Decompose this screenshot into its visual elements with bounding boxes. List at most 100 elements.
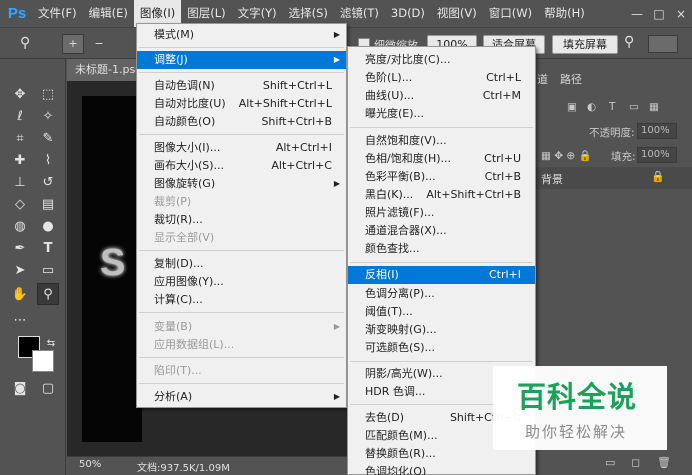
marquee-tool-icon[interactable]: ⬚ — [37, 83, 59, 105]
eyedropper-tool-icon[interactable]: ✎ — [37, 127, 59, 149]
filter-shape-icon[interactable]: ▭ — [629, 101, 639, 113]
zoom-tool-icon[interactable]: ⚲ — [20, 35, 30, 51]
close-button[interactable]: × — [670, 7, 692, 21]
menu-item-duplicate[interactable]: 复制(D)... — [137, 255, 346, 273]
panel-tab-channels[interactable]: 道 — [537, 71, 548, 87]
menu-item-equalize[interactable]: 色调均化(Q) — [348, 463, 535, 475]
filter-pixel-icon[interactable]: ▣ — [567, 101, 577, 113]
menu-item-image-size[interactable]: 图像大小(I)... Alt+Ctrl+I — [137, 139, 346, 157]
watermark-subtitle: 助你轻松解决 — [525, 423, 628, 441]
magic-wand-tool-icon[interactable]: ✧ — [37, 105, 59, 127]
menu-item-analysis[interactable]: 分析(A) ▶ — [137, 388, 346, 406]
fill-row: ▦ ✥ ⊕ 🔒 填充: 100% — [535, 147, 692, 165]
menu-item-selective-color[interactable]: 可选颜色(S)... — [348, 339, 535, 357]
menu-item-exposure[interactable]: 曝光度(E)... — [348, 105, 535, 123]
panel-tab-paths[interactable]: 路径 — [560, 71, 582, 87]
menu-view[interactable]: 视图(V) — [431, 0, 483, 27]
menu-item-trim[interactable]: 裁切(R)... — [137, 211, 346, 229]
screen-mode-icon[interactable]: ▢ — [37, 377, 59, 399]
menu-item-gradient-map[interactable]: 渐变映射(G)... — [348, 321, 535, 339]
search-icon[interactable]: ⚲ — [624, 34, 634, 50]
fill-field[interactable]: 100% — [637, 147, 677, 163]
opacity-row: 不透明度: 100% — [535, 123, 692, 141]
menu-item-canvas-size[interactable]: 画布大小(S)... Alt+Ctrl+C — [137, 157, 346, 175]
menu-item-apply-data-set[interactable]: 应用数据组(L)... — [137, 336, 346, 354]
menu-3d[interactable]: 3D(D) — [385, 0, 431, 27]
menu-item-curves[interactable]: 曲线(U)... Ctrl+M — [348, 87, 535, 105]
lasso-tool-icon[interactable]: ℓ — [9, 105, 31, 127]
new-layer-icon[interactable]: ◻ — [631, 456, 640, 469]
menu-item-invert[interactable]: 反相(I) Ctrl+I — [348, 266, 535, 284]
menu-item-threshold[interactable]: 阈值(T)... — [348, 303, 535, 321]
menu-help[interactable]: 帮助(H) — [538, 0, 591, 27]
zoom-readout[interactable]: 50% — [79, 459, 101, 470]
path-selection-tool-icon[interactable]: ➤ — [9, 259, 31, 281]
dodge-tool-icon[interactable]: ● — [37, 215, 59, 237]
filter-type-icon[interactable]: T — [609, 101, 615, 113]
menu-item-brightness-contrast[interactable]: 亮度/对比度(C)... — [348, 51, 535, 69]
menu-item-photo-filter[interactable]: 照片滤镜(F)... — [348, 204, 535, 222]
zoom-out-icon[interactable]: − — [88, 34, 110, 54]
new-group-icon[interactable]: ▭ — [605, 456, 615, 469]
menu-item-trap[interactable]: 陷印(T)... — [137, 362, 346, 380]
menu-item-channel-mixer[interactable]: 通道混合器(X)... — [348, 222, 535, 240]
hand-tool-icon[interactable]: ✋ — [9, 283, 31, 305]
fill-screen-button[interactable]: 填充屏幕 — [552, 35, 618, 54]
zoom-in-icon[interactable]: + — [62, 34, 84, 54]
pen-tool-icon[interactable]: ✒ — [9, 237, 31, 259]
healing-brush-tool-icon[interactable]: ✚ — [9, 149, 31, 171]
menu-item-auto-tone[interactable]: 自动色调(N) Shift+Ctrl+L — [137, 77, 346, 95]
watermark: 百科全说 助你轻松解决 — [493, 366, 667, 450]
filter-adjustment-icon[interactable]: ◐ — [587, 101, 596, 113]
menu-item-color-lookup[interactable]: 颜色查找... — [348, 240, 535, 258]
menu-item-vibrance[interactable]: 自然饱和度(V)... — [348, 132, 535, 150]
minimize-button[interactable]: — — [626, 7, 648, 21]
type-tool-icon[interactable]: T — [37, 237, 59, 259]
menu-item-auto-color[interactable]: 自动颜色(O) Shift+Ctrl+B — [137, 113, 346, 131]
blur-tool-icon[interactable]: ◍ — [9, 215, 31, 237]
trash-icon[interactable]: 🗑 — [657, 456, 671, 469]
gradient-tool-icon[interactable]: ▤ — [37, 193, 59, 215]
background-color-swatch[interactable] — [32, 350, 54, 372]
more-tools-icon[interactable]: ⋯ — [9, 309, 31, 331]
clone-stamp-tool-icon[interactable]: ⊥ — [9, 171, 31, 193]
menu-item-variables[interactable]: 变量(B) ▶ — [137, 318, 346, 336]
menu-file[interactable]: 文件(F) — [32, 0, 83, 27]
zoom-tool-icon[interactable]: ⚲ — [37, 283, 59, 305]
menu-item-auto-contrast[interactable]: 自动对比度(U) Alt+Shift+Ctrl+L — [137, 95, 346, 113]
menu-item-levels[interactable]: 色阶(L)... Ctrl+L — [348, 69, 535, 87]
history-brush-tool-icon[interactable]: ↺ — [37, 171, 59, 193]
menu-item-color-balance[interactable]: 色彩平衡(B)... Ctrl+B — [348, 168, 535, 186]
menu-item-image-rotation[interactable]: 图像旋转(G) ▶ — [137, 175, 346, 193]
document-tab[interactable]: 未标题-1.psd — [67, 59, 147, 81]
menu-window[interactable]: 窗口(W) — [483, 0, 538, 27]
filter-smart-icon[interactable]: ▦ — [649, 101, 659, 113]
watermark-logo: 百科全说 — [517, 380, 638, 414]
menu-item-adjustments[interactable]: 调整(J) ▶ — [137, 51, 346, 69]
workspace-switcher-icon[interactable] — [648, 35, 678, 53]
lock-icons[interactable]: ▦ ✥ ⊕ 🔒 — [541, 149, 592, 162]
menu-item-black-white[interactable]: 黑白(K)... Alt+Shift+Ctrl+B — [348, 186, 535, 204]
rectangle-tool-icon[interactable]: ▭ — [37, 259, 59, 281]
maximize-button[interactable]: □ — [648, 7, 670, 21]
menu-item-posterize[interactable]: 色调分离(P)... — [348, 285, 535, 303]
crop-tool-icon[interactable]: ⌗ — [9, 127, 31, 149]
brush-tool-icon[interactable]: ⌇ — [37, 149, 59, 171]
menu-item-apply-image[interactable]: 应用图像(Y)... — [137, 273, 346, 291]
menu-item-calculations[interactable]: 计算(C)... — [137, 291, 346, 309]
canvas-text-layer: S — [100, 242, 126, 284]
layer-row-background[interactable]: 背景 🔒 — [535, 167, 692, 189]
menu-item-reveal-all[interactable]: 显示全部(V) — [137, 229, 346, 247]
layers-panel-footer: ▭ ◻ 🗑 — [535, 452, 692, 475]
menu-edit[interactable]: 编辑(E) — [83, 0, 134, 27]
menu-item-mode[interactable]: 模式(M) ▶ — [137, 26, 346, 44]
eraser-tool-icon[interactable]: ◇ — [9, 193, 31, 215]
opacity-label: 不透明度: — [589, 127, 635, 139]
move-tool-icon[interactable]: ✥ — [9, 83, 31, 105]
opacity-field[interactable]: 100% — [637, 123, 677, 139]
tools-panel: ✥ ⬚ ℓ ✧ ⌗ ✎ ✚ ⌇ ⊥ ↺ ◇ ▤ ◍ ● ✒ T ➤ ▭ ✋ ⚲ … — [0, 59, 66, 475]
menu-item-hue-saturation[interactable]: 色相/饱和度(H)... Ctrl+U — [348, 150, 535, 168]
quick-mask-icon[interactable]: ◙ — [9, 377, 31, 399]
layer-filter-row: ▣ ◐ T ▭ ▦ — [535, 99, 692, 119]
menu-item-crop[interactable]: 裁剪(P) — [137, 193, 346, 211]
